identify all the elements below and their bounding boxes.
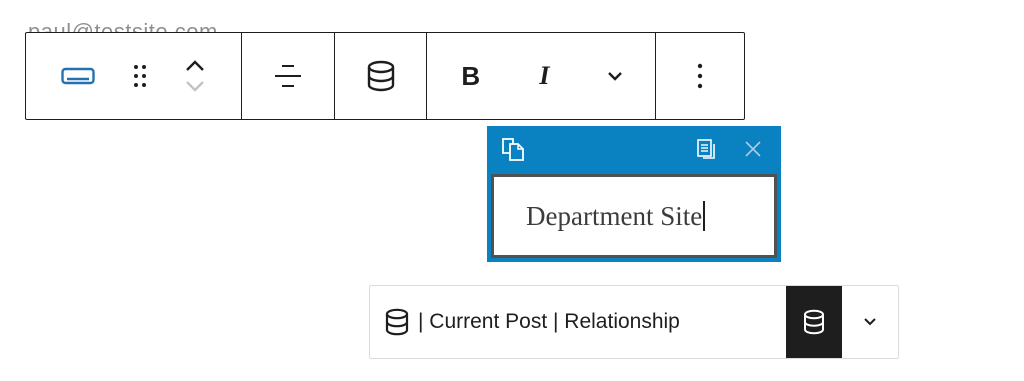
block-controls-group [26,33,241,119]
align-icon [275,65,301,87]
options-group [655,33,744,119]
binding-source-control: | Current Post | Relationship [369,285,899,359]
drag-handle-icon [134,65,146,87]
chevron-down-icon[interactable] [184,79,206,93]
italic-button[interactable]: I [515,33,575,119]
database-icon [804,309,824,335]
more-formats-button[interactable] [574,33,655,119]
popover-header [487,126,781,170]
close-icon[interactable] [744,140,762,158]
chevron-down-icon [607,72,622,81]
align-button[interactable] [273,33,303,119]
database-button[interactable] [366,33,396,119]
database-icon [385,308,409,336]
button-block-icon [61,67,95,85]
options-button[interactable] [696,33,704,119]
move-controls [150,59,240,93]
copy-icon[interactable] [500,136,528,162]
dynamic-value-popover: Department Site [487,126,781,262]
binding-database-button[interactable] [786,286,842,358]
dynamic-value-input[interactable]: Department Site [491,174,777,258]
block-type-button[interactable] [26,33,130,119]
drag-handle[interactable] [130,33,150,119]
dynamic-value-text: Department Site [526,200,703,231]
database-icon [367,60,394,92]
format-group: B I [426,33,655,119]
background-email-text: paul@testsite.com [28,19,218,32]
chevron-down-icon [864,318,876,326]
bold-button[interactable]: B [427,33,515,119]
chevron-up-icon[interactable] [184,59,206,73]
data-binding-group [334,33,426,119]
binding-source-label[interactable]: | Current Post | Relationship [370,286,786,358]
text-caret [703,201,705,231]
block-toolbar: B I [25,32,745,120]
paste-icon[interactable] [695,138,717,160]
binding-dropdown-button[interactable] [842,286,898,358]
alignment-group [241,33,334,119]
more-vertical-icon [697,63,703,89]
binding-source-text: | Current Post | Relationship [418,310,680,333]
